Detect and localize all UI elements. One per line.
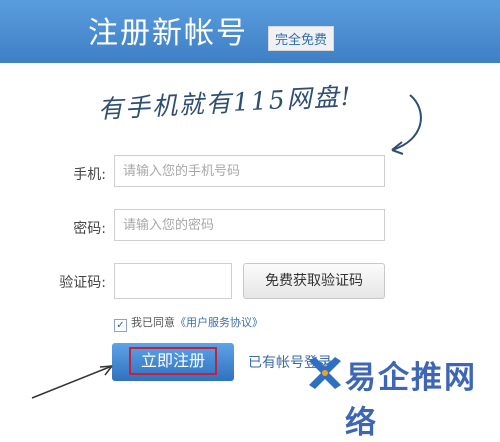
agree-checkbox[interactable]: ✓: [114, 319, 127, 332]
watermark-logo-icon: [309, 357, 341, 389]
free-badge: 完全免费: [268, 26, 335, 51]
password-input[interactable]: [114, 209, 385, 241]
register-button-label: 立即注册: [129, 347, 217, 375]
register-button[interactable]: 立即注册: [112, 343, 234, 381]
watermark-text: 易企推网络: [345, 360, 477, 441]
phone-label: 手机:: [73, 167, 106, 183]
phone-input[interactable]: [114, 155, 385, 187]
pointer-arrow-icon: [31, 365, 113, 399]
password-label: 密码:: [73, 221, 106, 237]
captcha-input[interactable]: [114, 263, 232, 299]
agreement-row: ✓ 我已同意《用户服务协议》: [114, 314, 263, 332]
terms-link[interactable]: 《用户服务协议》: [175, 316, 263, 329]
page-title: 注册新帐号: [88, 16, 248, 51]
get-code-button[interactable]: 免费获取验证码: [243, 263, 385, 299]
slogan-text: 有手机就有115网盘!: [97, 81, 354, 124]
header-bar: 注册新帐号 完全免费: [0, 0, 500, 63]
captcha-label: 验证码:: [59, 275, 106, 291]
agree-text: 我已同意: [131, 316, 175, 329]
curved-arrow-icon: [391, 94, 422, 155]
